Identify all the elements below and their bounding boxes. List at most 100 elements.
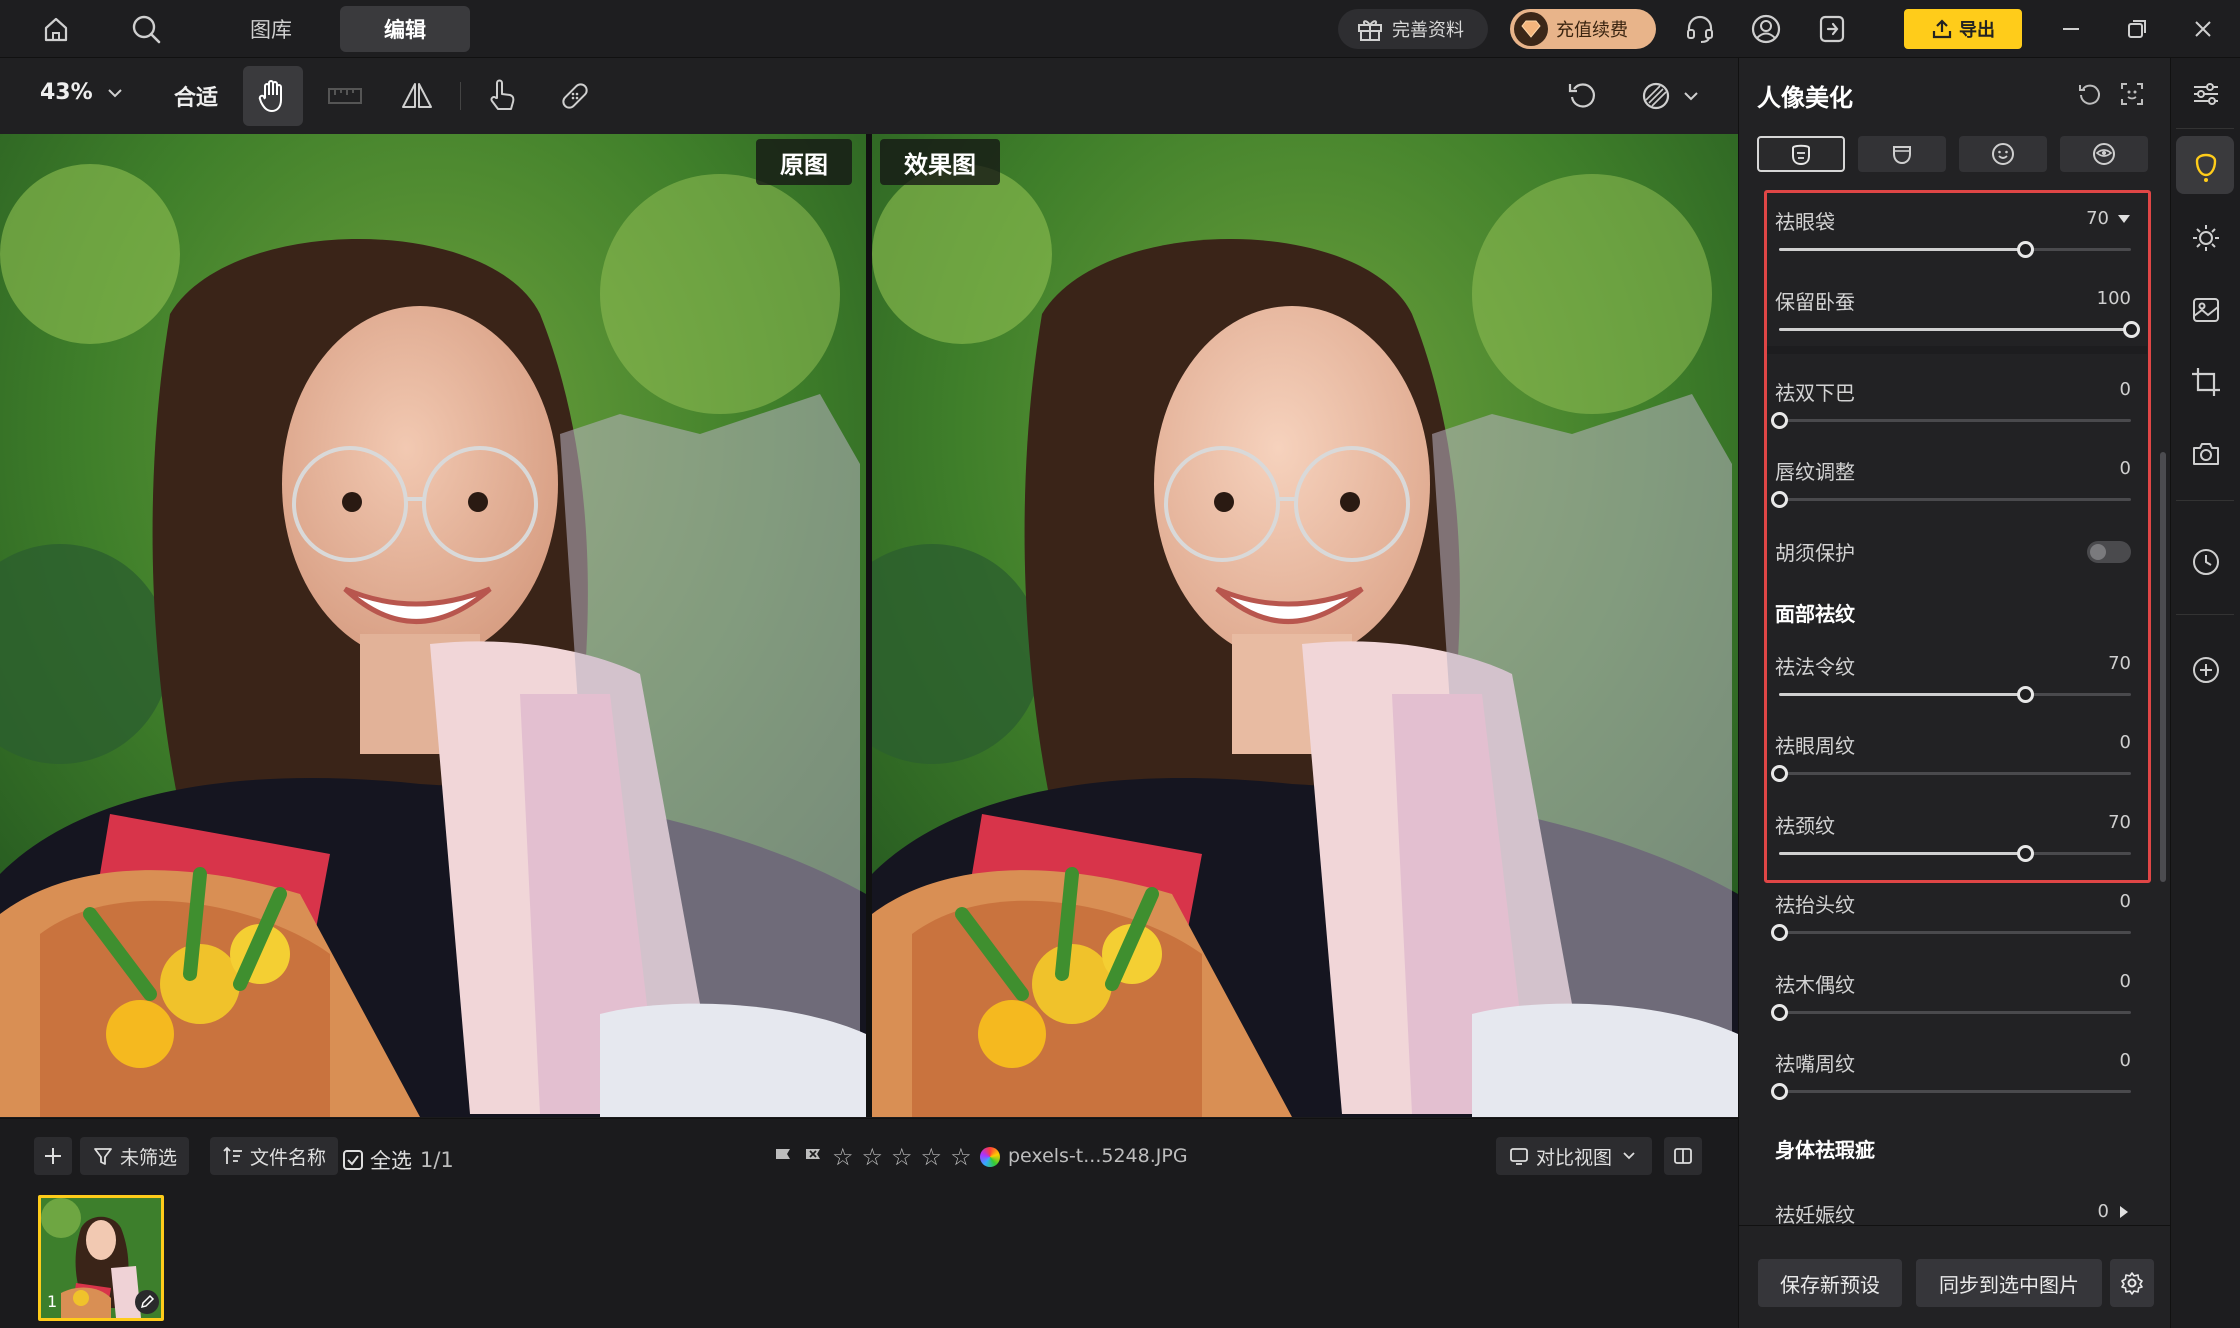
star-icon[interactable]: ☆ — [832, 1143, 854, 1171]
portrait-beauty-icon[interactable] — [2186, 145, 2226, 185]
filmstrip-bar: 未筛选 文件名称 全选 1/1 ☆ ☆ ☆ ☆ ☆ pexels-t...524… — [0, 1118, 1738, 1328]
chevron-down-icon — [1684, 92, 1698, 101]
ruler-icon — [328, 88, 362, 104]
chevron-down-icon — [107, 88, 122, 97]
complete-profile-button[interactable]: 完善资料 — [1338, 9, 1488, 49]
compare-view-dropdown[interactable]: 对比视图 — [1496, 1137, 1652, 1175]
reject-flag-icon[interactable] — [802, 1146, 824, 1168]
rating-controls: ☆ ☆ ☆ ☆ ☆ — [772, 1143, 1000, 1171]
history-icon[interactable] — [2186, 542, 2226, 582]
monitor-icon — [1510, 1148, 1528, 1165]
restore-window-icon[interactable] — [2119, 11, 2155, 47]
zoom-dropdown[interactable]: 43% — [40, 80, 123, 105]
overlap-circles-icon — [1642, 82, 1670, 110]
thumbnail-item[interactable]: 1 — [38, 1195, 164, 1321]
panel-scrollbar[interactable] — [2160, 452, 2166, 882]
reset-icon[interactable] — [2076, 80, 2106, 110]
face-mask-icon — [1792, 144, 1810, 166]
hand-icon — [258, 80, 282, 112]
slider-value[interactable]: 0 — [2120, 1050, 2131, 1071]
close-icon[interactable] — [2185, 11, 2221, 47]
hand-tool[interactable] — [243, 66, 303, 126]
slider-value[interactable]: 0 — [2098, 1201, 2109, 1222]
face-detect-icon[interactable] — [2118, 80, 2148, 110]
filter-button[interactable]: 未筛选 — [80, 1137, 190, 1175]
camera-icon[interactable] — [2186, 434, 2226, 474]
tab-edit[interactable]: 编辑 — [340, 6, 470, 52]
point-tool[interactable] — [472, 66, 532, 126]
export-button[interactable]: 导出 — [1904, 9, 2022, 49]
upload-icon — [1932, 19, 1952, 39]
star-icon[interactable]: ☆ — [891, 1143, 913, 1171]
slider-knob[interactable] — [1771, 924, 1788, 941]
minimize-icon[interactable] — [2053, 11, 2089, 47]
panel-footer-divider — [1738, 1225, 2170, 1226]
select-all-checkbox[interactable]: 全选 1/1 — [342, 1145, 454, 1175]
eye-face-icon — [2093, 143, 2115, 165]
ruler-tool[interactable] — [315, 66, 375, 126]
result-photo[interactable] — [872, 134, 1738, 1117]
user-avatar-icon[interactable] — [1748, 11, 1784, 47]
crop-icon[interactable] — [2186, 362, 2226, 402]
slider-label: 祛抬头纹 — [1775, 893, 1855, 917]
flip-horizontal-icon — [402, 83, 432, 108]
slider-value[interactable]: 0 — [2120, 971, 2131, 992]
gear-icon — [2121, 1272, 2143, 1295]
home-icon[interactable] — [38, 11, 74, 47]
export-label: 导出 — [1959, 20, 1995, 41]
filter-icon — [94, 1148, 112, 1165]
slider-knob[interactable] — [1771, 1004, 1788, 1021]
undo-rotate-button[interactable] — [1553, 66, 1613, 126]
save-preset-button[interactable]: 保存新预设 — [1758, 1259, 1902, 1307]
sort-button[interactable]: 文件名称 — [210, 1137, 339, 1175]
rail-divider — [2176, 128, 2234, 129]
add-photo-button[interactable] — [34, 1137, 72, 1175]
add-module-icon[interactable] — [2186, 650, 2226, 690]
caret-right-icon[interactable] — [2119, 1205, 2129, 1219]
compare-mode-dropdown[interactable] — [1624, 66, 1714, 126]
slider-track[interactable] — [1771, 924, 2131, 941]
pointer-hand-icon — [490, 79, 515, 110]
photo-edit-icon[interactable] — [2186, 290, 2226, 330]
sync-to-selected-button[interactable]: 同步到选中图片 — [1916, 1259, 2102, 1307]
vip-gem-icon — [1514, 12, 1548, 46]
slider-track[interactable] — [1771, 1083, 2131, 1100]
headset-icon[interactable] — [1682, 11, 1718, 47]
panel-settings-button[interactable] — [2110, 1259, 2154, 1307]
slider-knob[interactable] — [1771, 1083, 1788, 1100]
star-icon[interactable]: ☆ — [950, 1143, 972, 1171]
tab-makeup[interactable] — [1858, 136, 1946, 172]
complete-profile-label: 完善资料 — [1392, 20, 1464, 41]
original-photo[interactable] — [0, 134, 866, 1117]
rail-divider — [2176, 500, 2234, 501]
slider-track[interactable] — [1771, 1004, 2131, 1021]
adjust-sliders-icon[interactable] — [2186, 74, 2226, 114]
highlight-box — [1764, 190, 2151, 883]
face-shape-icon — [1893, 146, 1911, 165]
toolbar-divider — [460, 82, 461, 110]
recharge-button[interactable]: 充值续费 — [1510, 9, 1656, 49]
brightness-icon[interactable] — [2186, 218, 2226, 258]
search-icon[interactable] — [128, 11, 164, 47]
color-label-icon[interactable] — [979, 1147, 1000, 1167]
login-out-icon[interactable] — [1814, 11, 1850, 47]
original-label: 原图 — [756, 139, 852, 185]
tab-library[interactable]: 图库 — [206, 6, 336, 52]
tab-body[interactable] — [2060, 136, 2148, 172]
tab-face-features[interactable] — [1959, 136, 2047, 172]
star-icon[interactable]: ☆ — [921, 1143, 943, 1171]
recharge-label: 充值续费 — [1556, 20, 1628, 41]
smile-face-icon — [1992, 143, 2014, 165]
undo-icon — [1568, 83, 1595, 108]
edit-toolbar: 43% 合适 — [0, 58, 1738, 134]
bandage-tool[interactable] — [545, 66, 605, 126]
split-view-button[interactable] — [1664, 1137, 1702, 1175]
slider-label: 祛嘴周纹 — [1775, 1052, 1855, 1076]
tab-skin-care[interactable] — [1757, 136, 1845, 172]
slider-value[interactable]: 0 — [2120, 891, 2131, 912]
flip-tool[interactable] — [387, 66, 447, 126]
compare-view-label: 对比视图 — [1536, 1146, 1613, 1169]
flag-icon[interactable] — [772, 1146, 794, 1168]
fit-button[interactable]: 合适 — [174, 80, 218, 112]
star-icon[interactable]: ☆ — [862, 1143, 884, 1171]
